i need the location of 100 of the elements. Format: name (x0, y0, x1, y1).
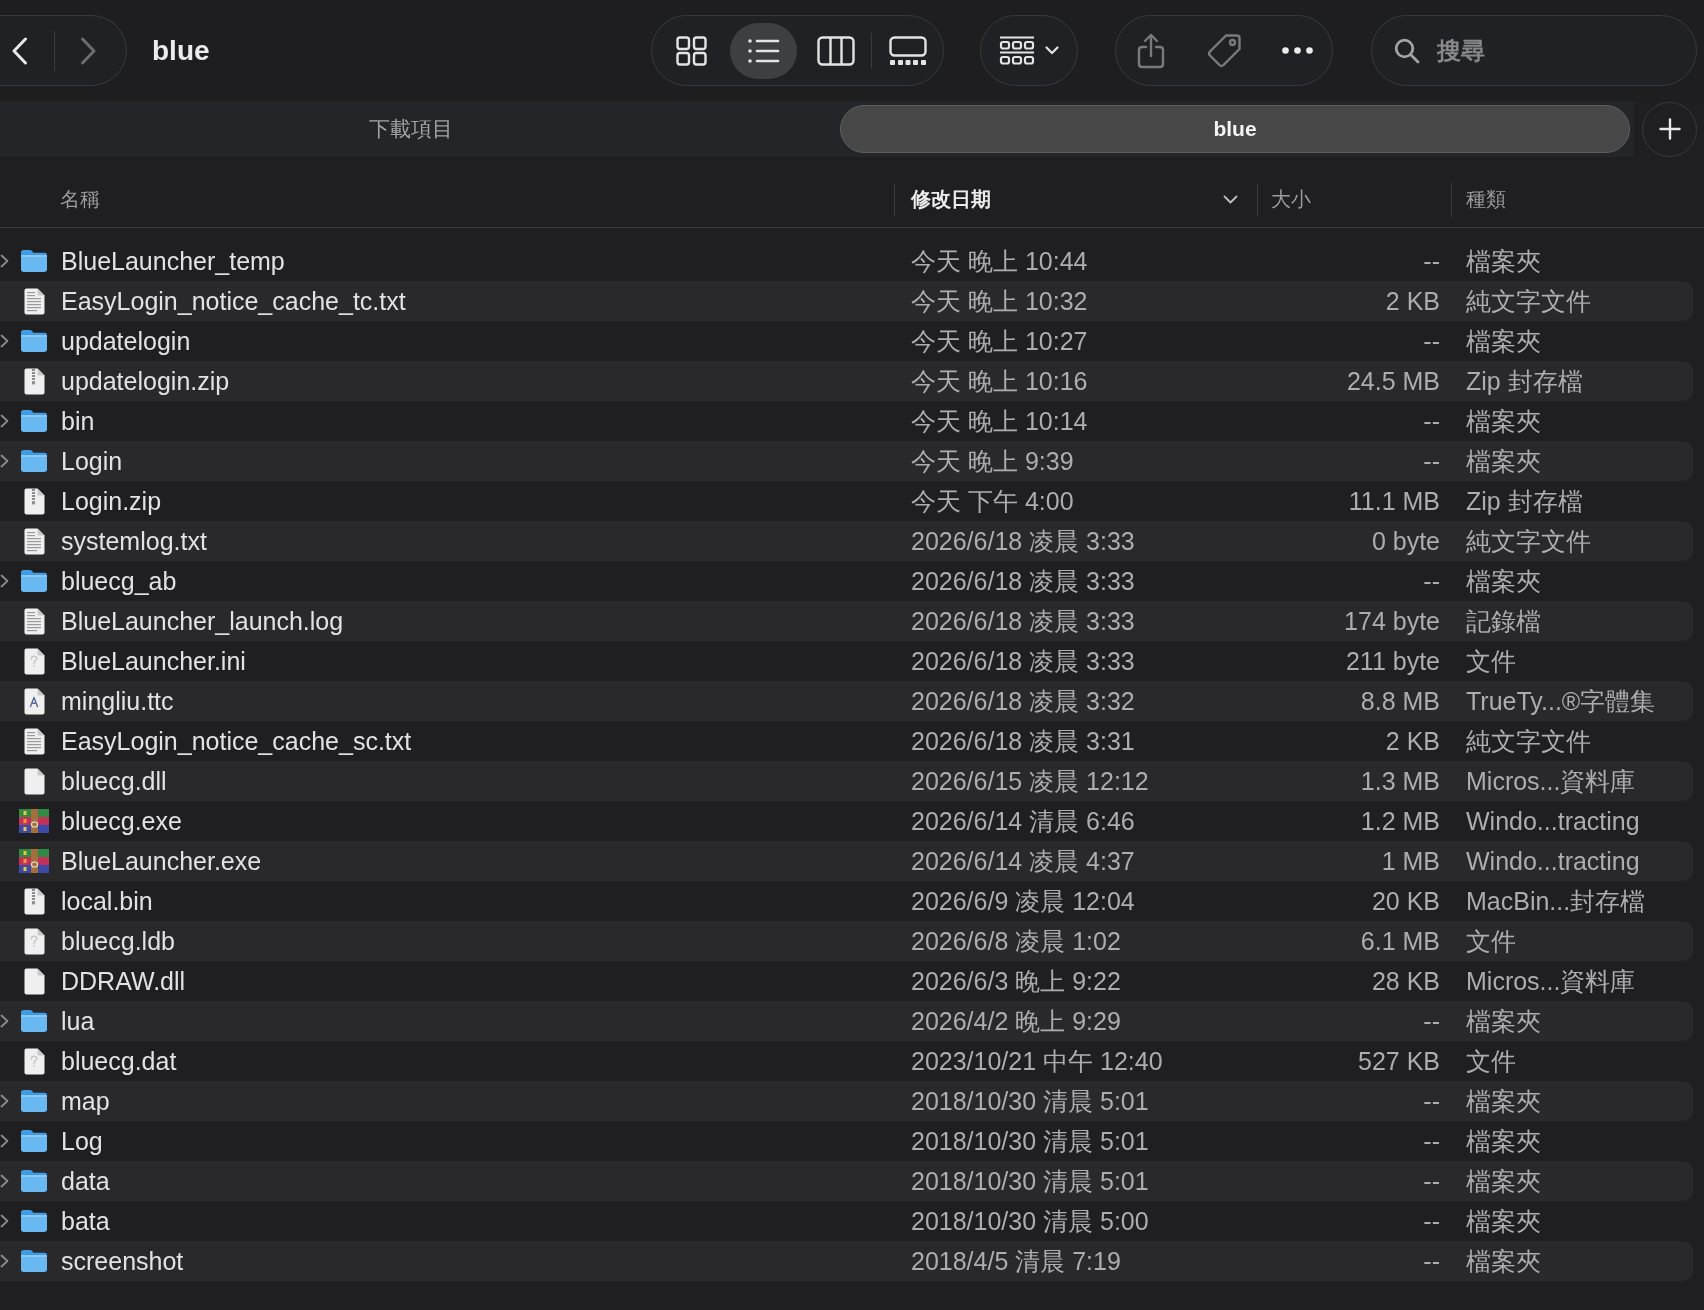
question-document-icon (23, 1047, 45, 1075)
sort-chevron-icon[interactable] (1223, 195, 1238, 204)
column-header[interactable]: 種類 (1466, 186, 1506, 213)
folder-icon (20, 1209, 48, 1233)
file-row[interactable]: EasyLogin_notice_cache_tc.txt 今天 晚上 10:32 2 KB 純文字文件 (0, 281, 1693, 321)
column-header[interactable]: 名稱 (60, 186, 100, 213)
file-row[interactable]: Login 今天 晚上 9:39 -- 檔案夾 (0, 441, 1693, 481)
modified-date: 2026/6/15 凌晨 12:12 (911, 765, 1149, 797)
file-name: bin (61, 406, 95, 436)
modified-date: 2026/6/9 凌晨 12:04 (911, 885, 1135, 917)
file-size: -- (1423, 246, 1440, 276)
file-row[interactable]: data 2018/10/30 清晨 5:01 -- 檔案夾 (0, 1161, 1693, 1201)
modified-date: 今天 晚上 9:39 (911, 445, 1074, 477)
file-row[interactable]: lua 2026/4/2 晚上 9:29 -- 檔案夾 (0, 1001, 1693, 1041)
file-row[interactable]: map 2018/10/30 清晨 5:01 -- 檔案夾 (0, 1081, 1693, 1121)
modified-date: 2018/10/30 清晨 5:01 (911, 1085, 1149, 1117)
file-name: local.bin (61, 886, 153, 916)
disclosure-chevron-icon[interactable] (0, 574, 9, 588)
file-row[interactable]: BlueLauncher.exe 2026/6/14 凌晨 4:37 1 MB Windo...tracting (0, 841, 1693, 881)
file-size: -- (1423, 326, 1440, 356)
file-name: screenshot (61, 1246, 184, 1276)
file-row[interactable]: bluecg.ldb 2026/6/8 凌晨 1:02 6.1 MB 文件 (0, 921, 1693, 961)
file-row[interactable]: screenshot 2018/4/5 清晨 7:19 -- 檔案夾 (0, 1241, 1693, 1281)
modified-date: 今天 晚上 10:16 (911, 365, 1088, 397)
file-row[interactable]: updatelogin.zip 今天 晚上 10:16 24.5 MB Zip 封存檔 (0, 361, 1693, 401)
zip-document-icon (23, 887, 45, 915)
file-kind: MacBin...封存檔 (1466, 885, 1646, 917)
disclosure-chevron-icon[interactable] (0, 414, 9, 428)
tab[interactable]: blue (840, 105, 1630, 153)
file-size: 1.2 MB (1360, 806, 1440, 836)
modified-date: 2018/10/30 清晨 5:00 (911, 1205, 1149, 1237)
file-kind: 記錄檔 (1466, 605, 1541, 637)
search-field[interactable]: 搜尋 (1371, 15, 1697, 86)
column-header[interactable]: 修改日期 (911, 186, 991, 213)
file-size: -- (1423, 446, 1440, 476)
file-kind: 檔案夾 (1466, 1165, 1541, 1197)
modified-date: 2026/6/8 凌晨 1:02 (911, 925, 1121, 957)
file-name: mingliu.ttc (61, 686, 174, 716)
modified-date: 2026/6/18 凌晨 3:32 (911, 685, 1135, 717)
grouped-grid-icon (999, 35, 1035, 66)
disclosure-chevron-icon[interactable] (0, 334, 9, 348)
blank-document-icon (23, 967, 45, 995)
file-size: 211 byte (1345, 646, 1440, 676)
text-document-icon (23, 287, 45, 315)
column-header[interactable]: 大小 (1271, 186, 1311, 213)
file-kind: 文件 (1466, 925, 1516, 957)
modified-date: 2026/6/18 凌晨 3:31 (911, 725, 1135, 757)
modified-date: 今天 下午 4:00 (911, 485, 1074, 517)
file-name: lua (61, 1006, 95, 1036)
file-row[interactable]: BlueLauncher_launch.log 2026/6/18 凌晨 3:33 174 byte 記錄檔 (0, 601, 1693, 641)
more-icon (1281, 47, 1313, 54)
disclosure-chevron-icon[interactable] (0, 1014, 9, 1028)
file-size: 1 MB (1381, 846, 1440, 876)
modified-date: 2026/4/2 晚上 9:29 (911, 1005, 1121, 1037)
file-size: 8.8 MB (1360, 686, 1440, 716)
file-name: bluecg.ldb (61, 926, 175, 956)
file-size: -- (1423, 1126, 1440, 1156)
file-size: -- (1423, 1246, 1440, 1276)
file-name: BlueLauncher_launch.log (61, 606, 344, 636)
file-kind: Micros...資料庫 (1466, 965, 1636, 997)
modified-date: 2026/6/3 晚上 9:22 (911, 965, 1121, 997)
disclosure-chevron-icon[interactable] (0, 1094, 9, 1108)
stacked-books-icon (19, 809, 49, 833)
file-size: 0 byte (1371, 526, 1440, 556)
disclosure-chevron-icon[interactable] (0, 1214, 9, 1228)
file-row[interactable]: bluecg.dll 2026/6/15 凌晨 12:12 1.3 MB Micros...資料庫 (0, 761, 1693, 801)
folder-icon (20, 329, 48, 353)
disclosure-chevron-icon[interactable] (0, 254, 9, 268)
modified-date: 2026/6/14 凌晨 4:37 (911, 845, 1135, 877)
file-row[interactable]: mingliu.ttc 2026/6/18 凌晨 3:32 8.8 MB TrueTy...®字體集 (0, 681, 1693, 721)
modified-date: 2026/6/18 凌晨 3:33 (911, 645, 1135, 677)
file-kind: Zip 封存檔 (1466, 485, 1583, 517)
disclosure-chevron-icon[interactable] (0, 1174, 9, 1188)
file-kind: 純文字文件 (1466, 285, 1591, 317)
file-name: EasyLogin_notice_cache_sc.txt (61, 726, 412, 756)
file-name: EasyLogin_notice_cache_tc.txt (61, 286, 406, 316)
disclosure-chevron-icon[interactable] (0, 1254, 9, 1268)
file-kind: 檔案夾 (1466, 445, 1541, 477)
plus-icon (1658, 118, 1681, 140)
search-icon (1394, 37, 1420, 64)
disclosure-chevron-icon[interactable] (0, 1134, 9, 1148)
modified-date: 今天 晚上 10:44 (911, 245, 1088, 277)
modified-date: 2018/10/30 清晨 5:01 (911, 1165, 1149, 1197)
disclosure-chevron-icon[interactable] (0, 454, 9, 468)
search-input[interactable]: 搜尋 (1437, 30, 1676, 71)
file-name: bluecg.dat (61, 1046, 177, 1076)
modified-date: 2026/6/18 凌晨 3:33 (911, 565, 1135, 597)
file-kind: 檔案夾 (1466, 1085, 1541, 1117)
file-row[interactable]: systemlog.txt 2026/6/18 凌晨 3:33 0 byte 純文字文件 (0, 521, 1693, 561)
zip-document-icon (23, 367, 45, 395)
tab[interactable]: 下載項目 (0, 105, 838, 153)
file-kind: 檔案夾 (1466, 325, 1541, 357)
modified-date: 今天 晚上 10:27 (911, 325, 1088, 357)
file-name: bluecg.dll (61, 766, 167, 796)
file-size: -- (1423, 1086, 1440, 1116)
file-kind: Windo...tracting (1466, 846, 1640, 876)
file-kind: Windo...tracting (1466, 806, 1640, 836)
file-size: -- (1423, 566, 1440, 596)
modified-date: 2026/6/18 凌晨 3:33 (911, 605, 1135, 637)
blank-document-icon (23, 767, 45, 795)
